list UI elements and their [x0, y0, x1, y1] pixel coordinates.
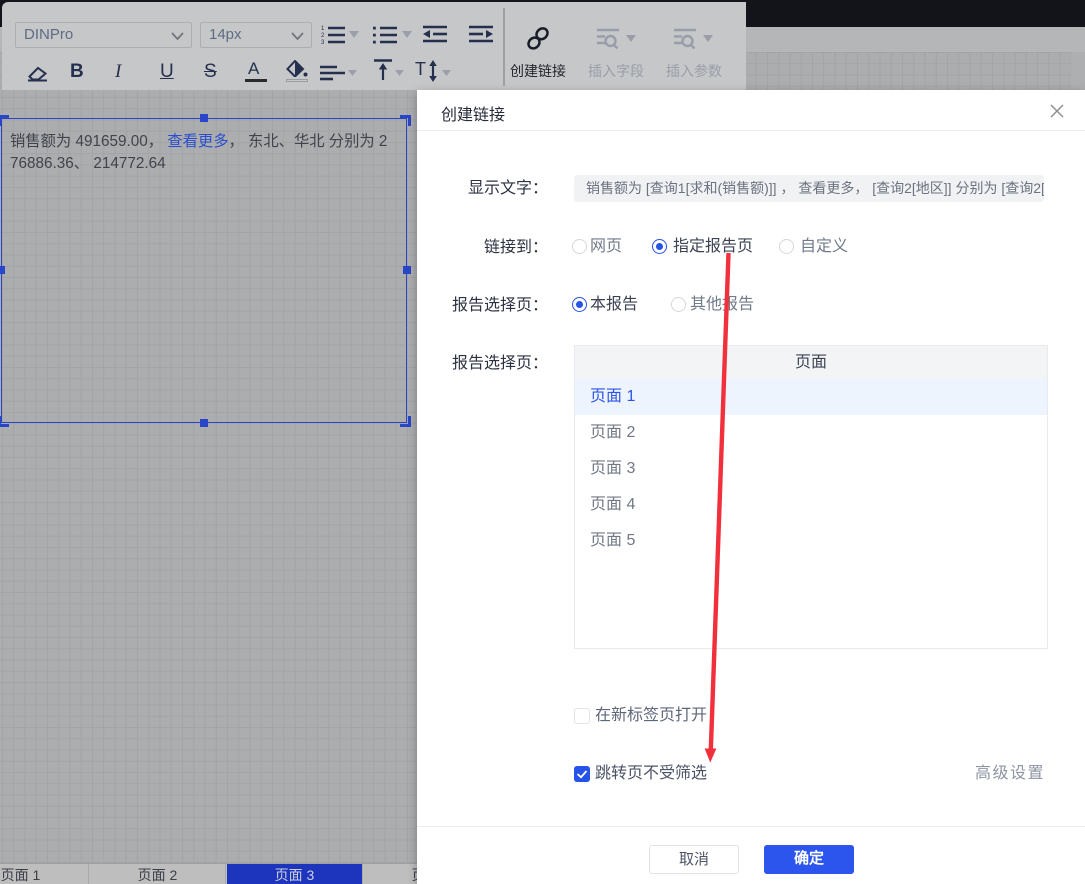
svg-text:1: 1 [321, 26, 325, 32]
svg-text:2: 2 [321, 33, 325, 39]
svg-text:3: 3 [321, 40, 325, 46]
